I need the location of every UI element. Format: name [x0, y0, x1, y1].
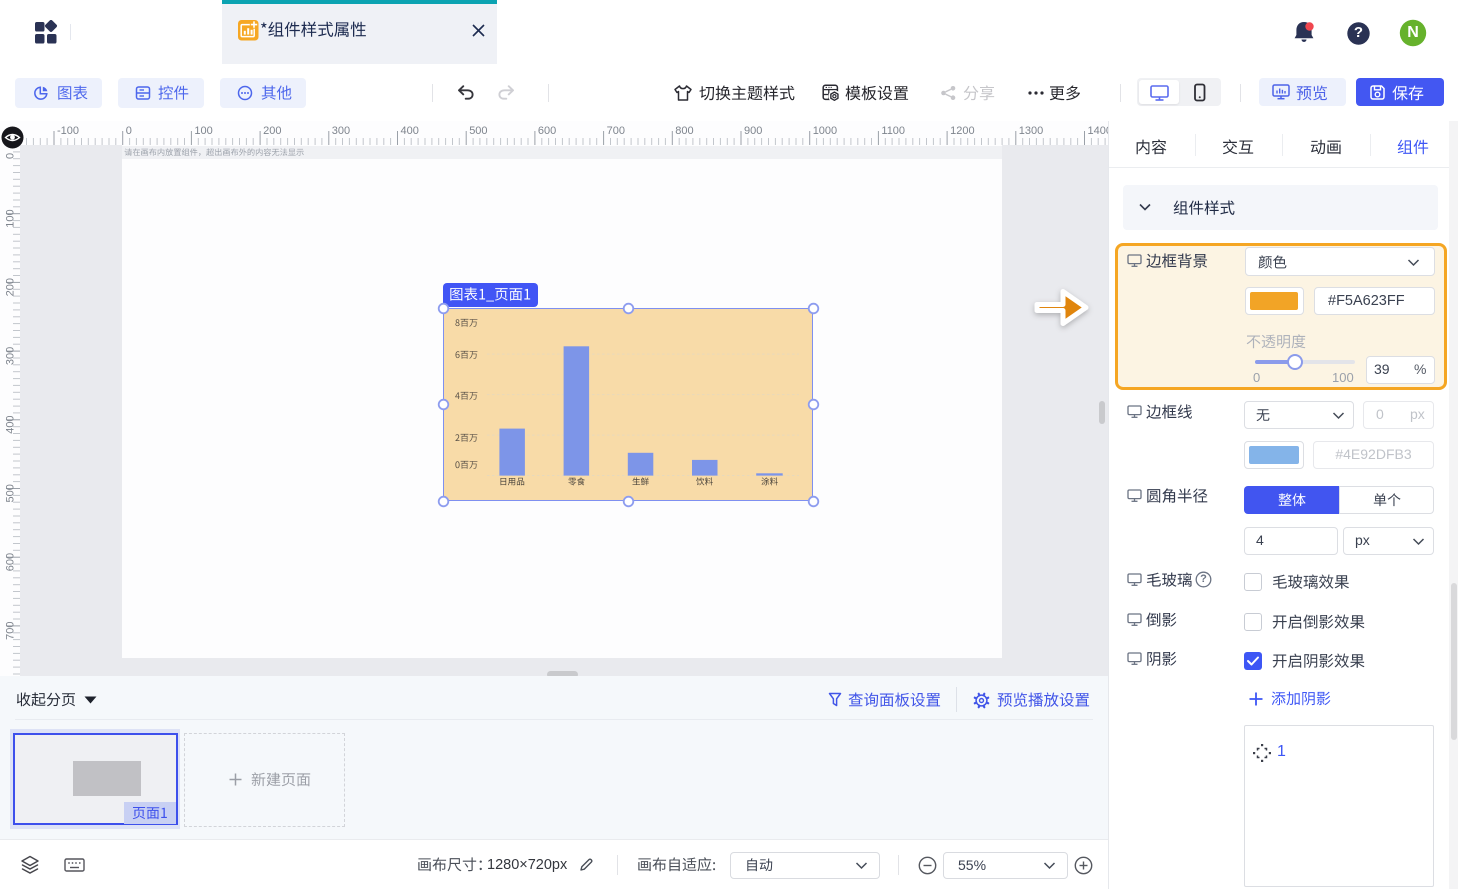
svg-text:400: 400	[5, 415, 17, 433]
svg-text:700: 700	[5, 622, 17, 640]
svg-text:300: 300	[5, 347, 17, 365]
svg-text:100: 100	[5, 209, 17, 227]
svg-text:0: 0	[5, 153, 17, 159]
svg-text:600: 600	[5, 553, 17, 571]
svg-text:500: 500	[5, 484, 17, 502]
svg-text:200: 200	[5, 278, 17, 296]
